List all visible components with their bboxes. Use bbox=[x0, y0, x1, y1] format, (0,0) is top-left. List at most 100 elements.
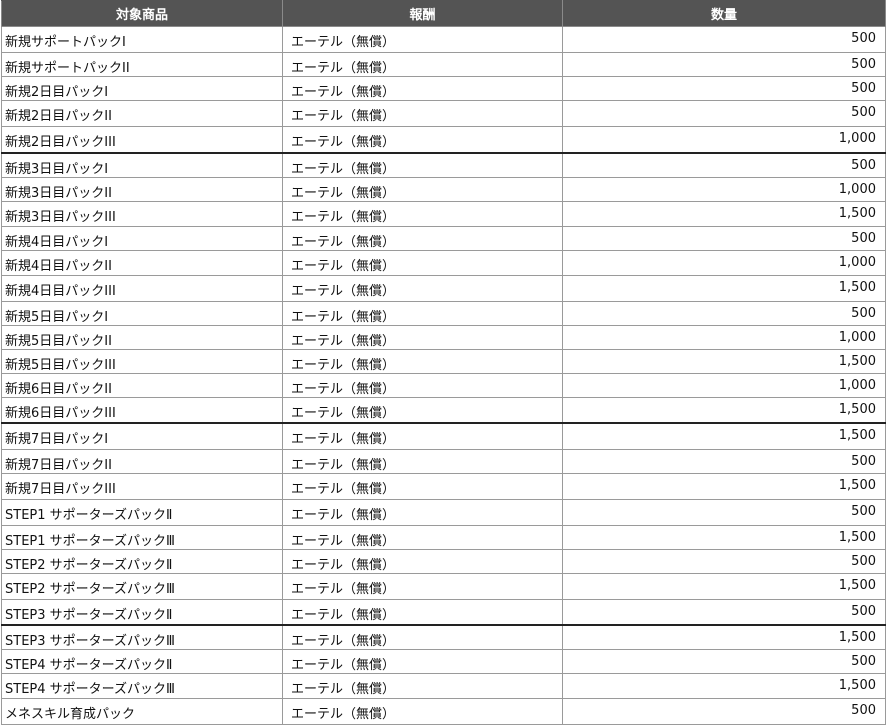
table-row: 新規5日目パックIII エーテル（無償） 1,500 bbox=[1, 348, 886, 374]
product-name-cell: STEP2 サポーターズパックⅢ bbox=[1, 572, 283, 600]
quantity-cell: 1,000 bbox=[562, 176, 886, 202]
table-body: 新規サポートパックI エーテル（無償） 500 新規サポートパックII エーテル（無償）… bbox=[1, 26, 886, 725]
product-name-cell: STEP1 サポーターズパックⅢ bbox=[1, 524, 283, 550]
product-name-cell: 新規サポートパックI bbox=[1, 26, 283, 53]
reward-cell: エーテル（無償） bbox=[282, 422, 563, 450]
quantity-cell: 500 bbox=[562, 698, 886, 725]
table-row: 新規5日目パックII エーテル（無償） 1,000 bbox=[1, 324, 886, 350]
product-name-cell: 新規7日目パックI bbox=[1, 422, 283, 450]
header-reward: 報酬 bbox=[282, 0, 563, 27]
reward-cell: エーテル（無償） bbox=[282, 396, 563, 424]
table-row: STEP2 サポーターズパックⅢ エーテル（無償） 1,500 bbox=[1, 572, 886, 600]
reward-cell: エーテル（無償） bbox=[282, 649, 563, 674]
reward-cell: エーテル（無償） bbox=[282, 698, 563, 725]
reward-cell: エーテル（無償） bbox=[282, 548, 563, 574]
product-name-cell: 新規5日目パックII bbox=[1, 324, 283, 350]
quantity-cell: 500 bbox=[562, 151, 886, 178]
table-row: 新規6日目パックIII エーテル（無償） 1,500 bbox=[1, 396, 886, 424]
quantity-cell: 500 bbox=[562, 26, 886, 53]
table-row: 新規5日目パックI エーテル（無償） 500 bbox=[1, 300, 886, 326]
quantity-cell: 1,500 bbox=[562, 572, 886, 600]
table-row: STEP4 サポーターズパックⅢ エーテル（無償） 1,500 bbox=[1, 673, 886, 699]
product-name-cell: STEP3 サポーターズパックⅡ bbox=[1, 598, 283, 626]
table-row: 新規2日目パックI エーテル（無償） 500 bbox=[1, 76, 886, 101]
product-name-cell: 新規3日目パックII bbox=[1, 176, 283, 202]
reward-cell: エーテル（無償） bbox=[282, 52, 563, 77]
table-row: STEP3 サポーターズパックⅢ エーテル（無償） 1,500 bbox=[1, 624, 886, 650]
quantity-cell: 1,000 bbox=[562, 372, 886, 398]
table-row: 新規4日目パックIII エーテル（無償） 1,500 bbox=[1, 274, 886, 302]
reward-cell: エーテル（無償） bbox=[282, 572, 563, 600]
reward-cell: エーテル（無償） bbox=[282, 274, 563, 302]
quantity-cell: 1,500 bbox=[562, 200, 886, 227]
reward-cell: エーテル（無償） bbox=[282, 76, 563, 101]
quantity-cell: 500 bbox=[562, 498, 886, 526]
product-name-cell: 新規6日目パックIII bbox=[1, 396, 283, 424]
reward-table: 対象商品 報酬 数量 新規サポートパックI エーテル（無償） 500 新規サポートパッ… bbox=[1, 0, 886, 725]
quantity-cell: 1,500 bbox=[562, 524, 886, 550]
reward-cell: エーテル（無償） bbox=[282, 176, 563, 202]
product-name-cell: 新規4日目パックII bbox=[1, 249, 283, 276]
reward-cell: エーテル（無償） bbox=[282, 498, 563, 526]
quantity-cell: 500 bbox=[562, 300, 886, 326]
quantity-cell: 1,500 bbox=[562, 348, 886, 374]
quantity-cell: 1,500 bbox=[562, 673, 886, 699]
table-row: 新規サポートパックII エーテル（無償） 500 bbox=[1, 52, 886, 77]
table-row: 新規7日目パックIII エーテル（無償） 1,500 bbox=[1, 472, 886, 500]
table-row: 新規7日目パックI エーテル（無償） 1,500 bbox=[1, 422, 886, 450]
table-row: STEP4 サポーターズパックⅡ エーテル（無償） 500 bbox=[1, 649, 886, 674]
reward-cell: エーテル（無償） bbox=[282, 26, 563, 53]
quantity-cell: 500 bbox=[562, 225, 886, 251]
quantity-cell: 500 bbox=[562, 52, 886, 77]
header-quantity: 数量 bbox=[562, 0, 886, 27]
product-name-cell: 新規7日目パックIII bbox=[1, 472, 283, 500]
reward-cell: エーテル（無償） bbox=[282, 100, 563, 127]
quantity-cell: 500 bbox=[562, 76, 886, 101]
quantity-cell: 1,500 bbox=[562, 396, 886, 424]
product-name-cell: メネスキル育成パック bbox=[1, 698, 283, 725]
quantity-cell: 1,500 bbox=[562, 472, 886, 500]
reward-cell: エーテル（無償） bbox=[282, 673, 563, 699]
product-name-cell: 新規3日目パックI bbox=[1, 151, 283, 178]
quantity-cell: 1,000 bbox=[562, 249, 886, 276]
product-name-cell: STEP4 サポーターズパックⅢ bbox=[1, 673, 283, 699]
product-name-cell: STEP2 サポーターズパックⅡ bbox=[1, 548, 283, 574]
reward-cell: エーテル（無償） bbox=[282, 472, 563, 500]
table-row: STEP1 サポーターズパックⅢ エーテル（無償） 1,500 bbox=[1, 524, 886, 550]
product-name-cell: STEP3 サポーターズパックⅢ bbox=[1, 624, 283, 650]
product-name-cell: STEP4 サポーターズパックⅡ bbox=[1, 649, 283, 674]
quantity-cell: 500 bbox=[562, 100, 886, 127]
reward-cell: エーテル（無償） bbox=[282, 598, 563, 626]
quantity-cell: 500 bbox=[562, 649, 886, 674]
product-name-cell: 新規2日目パックI bbox=[1, 76, 283, 101]
product-name-cell: 新規4日目パックIII bbox=[1, 274, 283, 302]
table-row: 新規7日目パックII エーテル（無償） 500 bbox=[1, 448, 886, 474]
table-row: 新規3日目パックIII エーテル（無償） 1,500 bbox=[1, 200, 886, 227]
product-name-cell: 新規5日目パックI bbox=[1, 300, 283, 326]
reward-cell: エーテル（無償） bbox=[282, 624, 563, 650]
table-row: 新規6日目パックII エーテル（無償） 1,000 bbox=[1, 372, 886, 398]
table-row: メネスキル育成パック エーテル（無償） 500 bbox=[1, 698, 886, 725]
reward-cell: エーテル（無償） bbox=[282, 249, 563, 276]
reward-cell: エーテル（無償） bbox=[282, 225, 563, 251]
reward-cell: エーテル（無償） bbox=[282, 126, 563, 153]
product-name-cell: STEP1 サポーターズパックⅡ bbox=[1, 498, 283, 526]
quantity-cell: 1,000 bbox=[562, 324, 886, 350]
table-row: STEP2 サポーターズパックⅡ エーテル（無償） 500 bbox=[1, 548, 886, 574]
header-target-product: 対象商品 bbox=[1, 0, 283, 27]
table-row: 新規2日目パックIII エーテル（無償） 1,000 bbox=[1, 126, 886, 153]
reward-cell: エーテル（無償） bbox=[282, 348, 563, 374]
quantity-cell: 500 bbox=[562, 548, 886, 574]
quantity-cell: 1,000 bbox=[562, 126, 886, 153]
quantity-cell: 1,500 bbox=[562, 422, 886, 450]
product-name-cell: 新規6日目パックII bbox=[1, 372, 283, 398]
table-row: 新規サポートパックI エーテル（無償） 500 bbox=[1, 26, 886, 53]
reward-cell: エーテル（無償） bbox=[282, 524, 563, 550]
header-row: 対象商品 報酬 数量 bbox=[1, 0, 886, 27]
quantity-cell: 1,500 bbox=[562, 274, 886, 302]
reward-cell: エーテル（無償） bbox=[282, 151, 563, 178]
table-row: 新規2日目パックII エーテル（無償） 500 bbox=[1, 100, 886, 127]
product-name-cell: 新規3日目パックIII bbox=[1, 200, 283, 227]
product-name-cell: 新規4日目パックI bbox=[1, 225, 283, 251]
table-row: STEP1 サポーターズパックⅡ エーテル（無償） 500 bbox=[1, 498, 886, 526]
